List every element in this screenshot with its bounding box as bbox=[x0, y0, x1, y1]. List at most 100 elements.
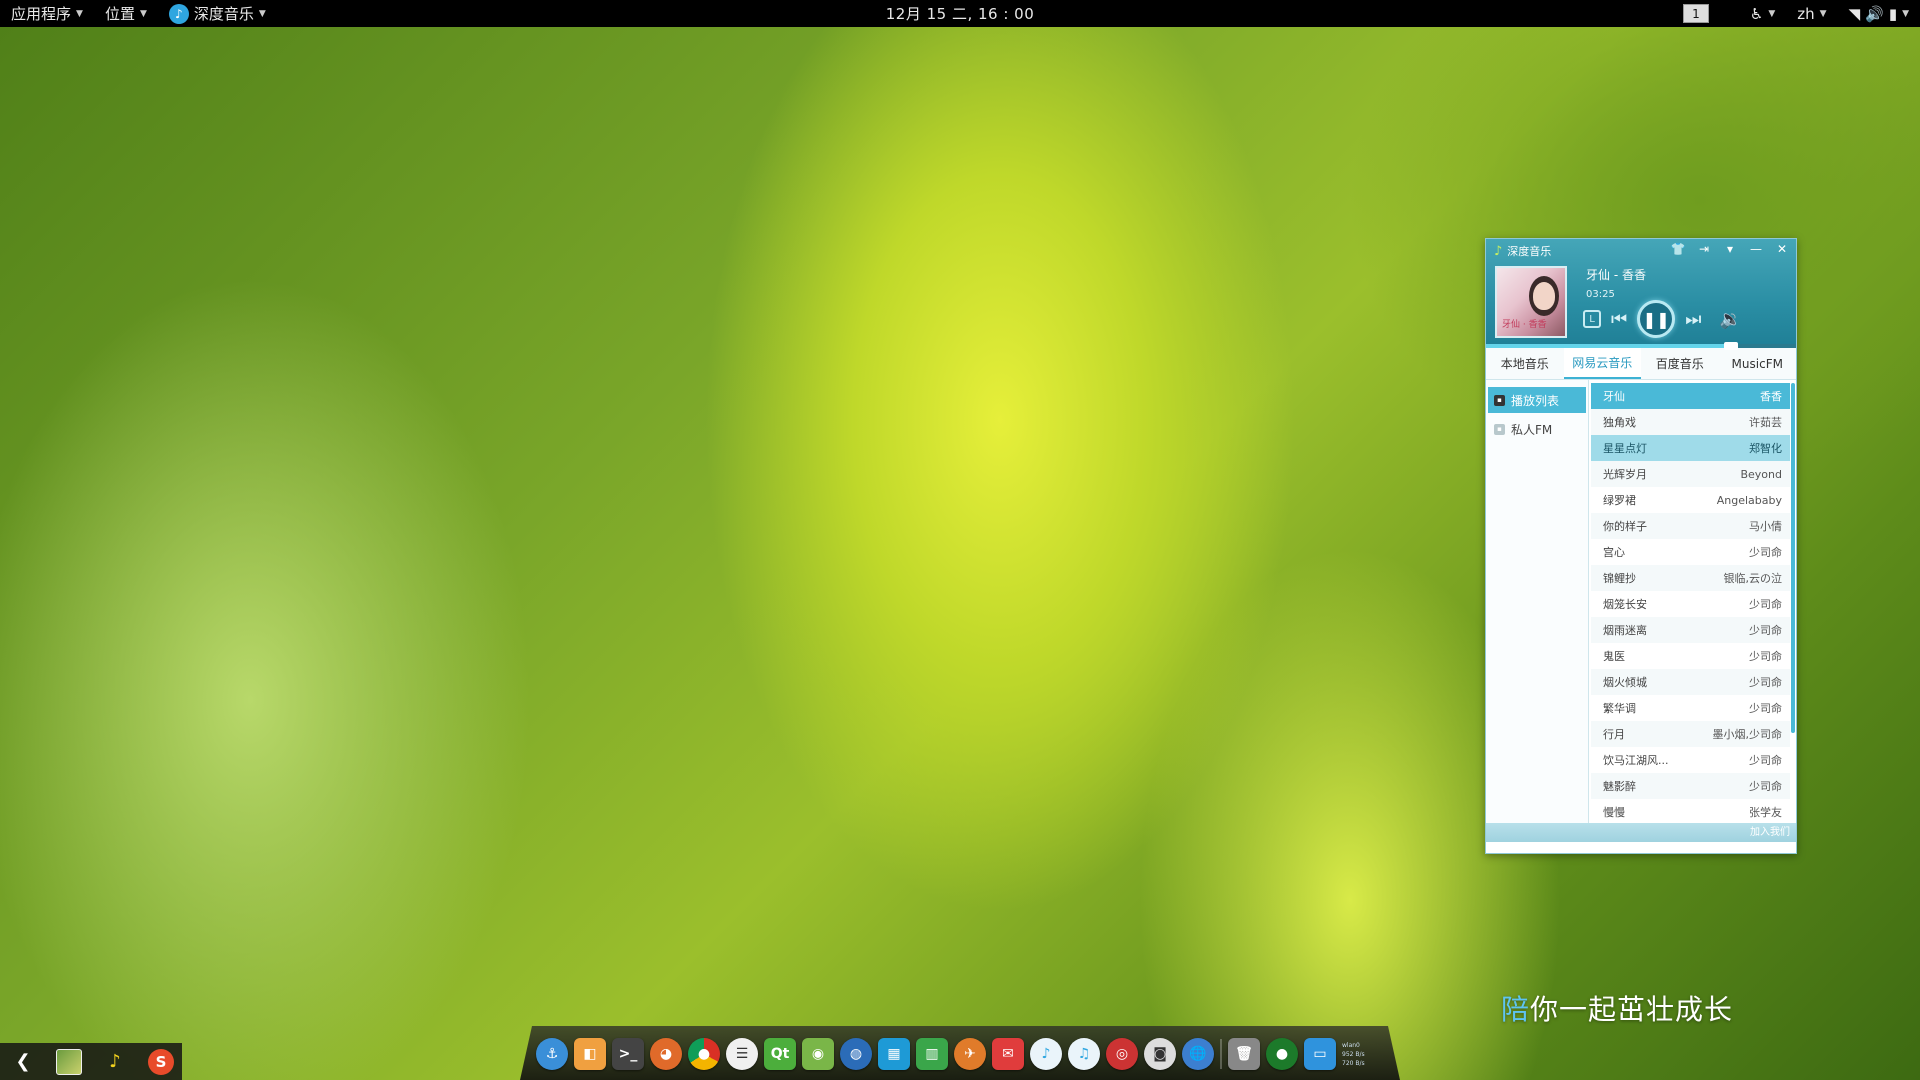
next-icon[interactable]: ⏭ bbox=[1685, 309, 1701, 330]
sidebar-item[interactable]: ▪ 私人FM bbox=[1488, 416, 1586, 442]
system-menu[interactable]: ◥ 🔊 ▮ ▼ bbox=[1838, 0, 1920, 27]
anchor-icon[interactable]: ⚓ bbox=[536, 1038, 568, 1070]
track-row[interactable]: 独角戏 许茹芸 bbox=[1591, 409, 1790, 435]
map-icon[interactable] bbox=[56, 1048, 82, 1075]
skin-icon[interactable]: 👕 bbox=[1670, 242, 1686, 256]
track-artist: Beyond bbox=[1740, 467, 1782, 481]
lyrics-button[interactable]: L bbox=[1583, 310, 1601, 328]
track-row[interactable]: 星星点灯 郑智化 bbox=[1591, 435, 1790, 461]
track-artist: 少司命 bbox=[1749, 702, 1782, 715]
track-artist: 香香 bbox=[1760, 390, 1782, 403]
track-row[interactable]: 行月 墨小烟,少司命 bbox=[1591, 721, 1790, 747]
track-row[interactable]: 饮马江湖风... 少司命 bbox=[1591, 747, 1790, 773]
progress-bar[interactable] bbox=[1486, 342, 1796, 350]
track-artist: 少司命 bbox=[1749, 624, 1782, 637]
bird-icon[interactable]: ✈ bbox=[954, 1038, 986, 1070]
camera-icon[interactable]: ◙ bbox=[1144, 1038, 1176, 1070]
book-icon[interactable]: ▥ bbox=[916, 1038, 948, 1070]
network-monitor[interactable]: wlan0 952 B/s 720 B/s bbox=[1342, 1039, 1384, 1069]
chevron-down-icon: ▼ bbox=[258, 8, 266, 19]
track-row[interactable]: 牙仙 香香 bbox=[1591, 383, 1790, 409]
music-player-icon[interactable]: ♫ bbox=[1068, 1038, 1100, 1070]
clock[interactable]: 12月 15 二, 16 : 00 bbox=[886, 3, 1035, 24]
music-app-icon[interactable]: ♪ bbox=[1030, 1038, 1062, 1070]
track-row[interactable]: 宫心 少司命 bbox=[1591, 539, 1790, 565]
desktop-slogan: 陪你一起茁壮成长 bbox=[1501, 988, 1733, 1028]
sidebar-item[interactable]: ▪ 播放列表 bbox=[1488, 387, 1586, 413]
chevron-down-icon: ▼ bbox=[1768, 8, 1776, 19]
track-artist: 少司命 bbox=[1749, 650, 1782, 663]
sogou-icon[interactable]: S bbox=[148, 1048, 174, 1075]
track-title: 宫心 bbox=[1603, 546, 1625, 559]
track-row[interactable]: 烟雨迷离 少司命 bbox=[1591, 617, 1790, 643]
track-row[interactable]: 魅影醉 少司命 bbox=[1591, 773, 1790, 799]
track-title: 鬼医 bbox=[1603, 650, 1625, 663]
source-tab[interactable]: 百度音乐 bbox=[1641, 348, 1719, 379]
net-up: 720 B/s bbox=[1342, 1059, 1365, 1067]
chart-app-icon[interactable]: ▦ bbox=[878, 1038, 910, 1070]
status-ball-icon[interactable]: ● bbox=[1266, 1038, 1298, 1070]
dock-separator bbox=[1220, 1039, 1222, 1069]
track-row[interactable]: 繁华调 少司命 bbox=[1591, 695, 1790, 721]
applications-menu[interactable]: 应用程序 ▼ bbox=[0, 0, 94, 27]
track-artist: 马小倩 bbox=[1749, 520, 1782, 533]
track-row[interactable]: 烟火倾城 少司命 bbox=[1591, 669, 1790, 695]
track-artist: 张学友 bbox=[1749, 806, 1782, 819]
active-app-menu[interactable]: ♪ 深度音乐 ▼ bbox=[158, 0, 277, 27]
pause-icon[interactable]: ❚❚ bbox=[1637, 300, 1676, 338]
places-menu[interactable]: 位置 ▼ bbox=[94, 0, 158, 27]
accessibility-icon: ♿ bbox=[1749, 4, 1764, 23]
track-row[interactable]: 绿罗裙 Angelababy bbox=[1591, 487, 1790, 513]
track-row[interactable]: 光辉岁月 Beyond bbox=[1591, 461, 1790, 487]
scrollbar[interactable] bbox=[1791, 383, 1795, 733]
workspace-indicator[interactable]: 1 bbox=[1682, 4, 1709, 23]
now-playing-time: 03:25 bbox=[1586, 289, 1615, 300]
volume-icon[interactable]: 🔉 bbox=[1719, 309, 1741, 330]
top-panel: 应用程序 ▼ 位置 ▼ ♪ 深度音乐 ▼ 12月 15 二, 16 : 00 1… bbox=[0, 0, 1920, 27]
chevron-left-icon[interactable]: ❮ bbox=[10, 1049, 36, 1075]
trash-icon[interactable]: 🗑 bbox=[1228, 1038, 1260, 1070]
music-app-icon: ♪ bbox=[168, 3, 189, 24]
track-row[interactable]: 你的样子 马小倩 bbox=[1591, 513, 1790, 539]
eclipse-icon[interactable]: ☰ bbox=[726, 1038, 758, 1070]
track-row[interactable]: 慢慢 张学友 bbox=[1591, 799, 1790, 825]
slides-icon[interactable]: ◧ bbox=[574, 1038, 606, 1070]
track-row[interactable]: 鬼医 少司命 bbox=[1591, 643, 1790, 669]
applications-menu-label: 应用程序 bbox=[11, 5, 72, 23]
window-controls: 👕 ⇥ ▾ — ✕ bbox=[1670, 242, 1790, 256]
qt-icon[interactable]: Qt bbox=[764, 1038, 796, 1070]
screen-recorder-icon[interactable]: ◎ bbox=[1106, 1038, 1138, 1070]
desktop-icon[interactable]: ▭ bbox=[1304, 1038, 1336, 1070]
terminal-icon[interactable]: >_ bbox=[612, 1038, 644, 1070]
join-us-link[interactable]: 加入我们 bbox=[1486, 823, 1796, 842]
previous-icon[interactable]: ⏮ bbox=[1611, 309, 1627, 330]
track-row[interactable]: 锦鲤抄 银临,云の泣 bbox=[1591, 565, 1790, 591]
music-player-window: ♪ 深度音乐 👕 ⇥ ▾ — ✕ 牙仙 · 香香 牙仙 - 香香 03:25 L… bbox=[1485, 238, 1797, 854]
close-icon[interactable]: ✕ bbox=[1774, 242, 1790, 256]
source-tab[interactable]: 本地音乐 bbox=[1486, 348, 1564, 379]
globe-icon[interactable]: 🌐 bbox=[1182, 1038, 1214, 1070]
firefox-icon[interactable]: ◕ bbox=[650, 1038, 682, 1070]
mini-mode-icon[interactable]: ⇥ bbox=[1696, 242, 1712, 256]
language-menu[interactable]: zh ▼ bbox=[1786, 0, 1837, 27]
wifi-icon: ◥ bbox=[1848, 4, 1861, 23]
track-artist: 许茹芸 bbox=[1749, 416, 1782, 429]
source-tab[interactable]: MusicFM bbox=[1719, 348, 1797, 379]
android-icon[interactable]: ◉ bbox=[802, 1038, 834, 1070]
track-row[interactable]: 烟笼长安 少司命 bbox=[1591, 591, 1790, 617]
track-artist: 少司命 bbox=[1749, 780, 1782, 793]
progress-handle[interactable] bbox=[1723, 342, 1738, 350]
track-title: 烟笼长安 bbox=[1603, 598, 1647, 611]
accessibility-menu[interactable]: ♿ ▼ bbox=[1739, 0, 1786, 27]
chrome-icon[interactable]: ● bbox=[688, 1038, 720, 1070]
album-cover: 牙仙 · 香香 bbox=[1495, 266, 1567, 338]
blender-icon[interactable]: ◍ bbox=[840, 1038, 872, 1070]
track-title: 星星点灯 bbox=[1603, 442, 1647, 455]
minimize-icon[interactable]: — bbox=[1748, 242, 1764, 256]
source-tab[interactable]: 网易云音乐 bbox=[1563, 348, 1641, 379]
playlist-icon: ▪ bbox=[1494, 394, 1505, 406]
music-note-icon[interactable]: ♪ bbox=[102, 1049, 128, 1075]
menu-icon[interactable]: ▾ bbox=[1722, 242, 1738, 256]
track-title: 你的样子 bbox=[1603, 520, 1647, 533]
mail-icon[interactable]: ✉ bbox=[992, 1038, 1024, 1070]
